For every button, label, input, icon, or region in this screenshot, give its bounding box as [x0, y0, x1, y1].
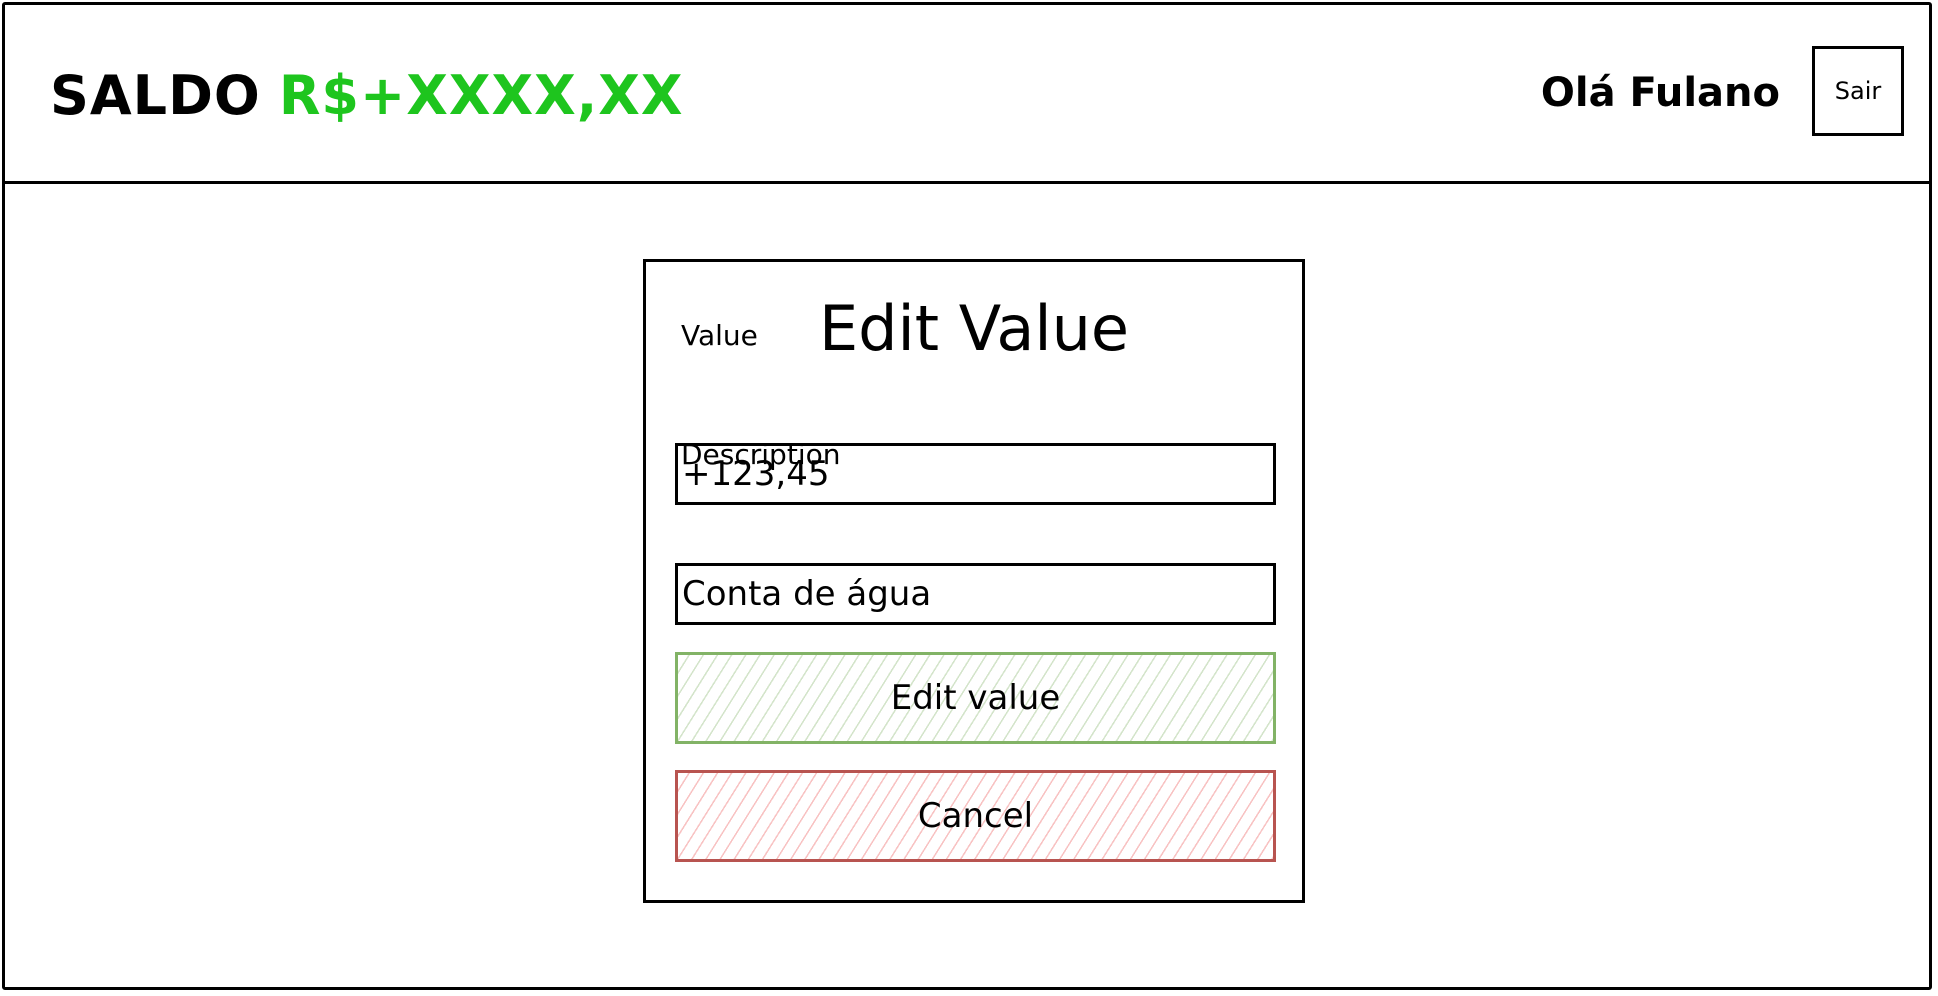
edit-value-button[interactable]: Edit value	[675, 652, 1276, 744]
balance-value: R$+XXXX,XX	[278, 64, 684, 127]
edit-value-dialog: Edit Value Value Description Edit value …	[643, 259, 1305, 903]
balance-label: SALDO	[50, 64, 261, 127]
description-field-label: Description	[681, 438, 841, 471]
description-input[interactable]	[675, 563, 1276, 625]
top-bar: SALDO R$+XXXX,XX Olá Fulano Sair	[2, 2, 1932, 184]
cancel-button[interactable]: Cancel	[675, 770, 1276, 862]
logout-button[interactable]: Sair	[1812, 46, 1904, 136]
balance-display: SALDO R$+XXXX,XX	[50, 64, 684, 127]
user-greeting: Olá Fulano	[1540, 70, 1780, 116]
value-field-label: Value	[681, 319, 758, 352]
